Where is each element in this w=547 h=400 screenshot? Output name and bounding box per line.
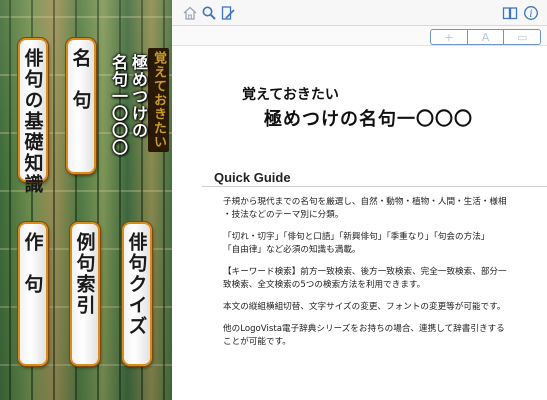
top-toolbar: i	[172, 0, 547, 26]
book-icon[interactable]	[500, 3, 520, 23]
view-segmented-control: + A ▭	[430, 29, 541, 45]
menu-button-reiku-label: 例句索引	[73, 232, 96, 316]
home-icon[interactable]	[180, 3, 200, 23]
guide-paragraph: 【キーワード検索】前方一致検索、後方一致検索、完全一致検索、部分一 致検索、全文…	[223, 267, 507, 290]
search-icon[interactable]	[199, 3, 219, 23]
zoom-in-button[interactable]: +	[431, 30, 468, 44]
menu-button-quiz-label: 俳句クイズ	[125, 232, 148, 337]
menu-panel: 覚えておきたい 極めつけの 名句一〇〇〇 俳句の基礎知識 名 句 作 句 例句索…	[0, 0, 172, 400]
font-size-button[interactable]: A	[468, 30, 505, 44]
menu-button-haiku-quiz[interactable]: 俳句クイズ	[122, 222, 152, 366]
guide-paragraph: 「切れ・切字」「俳句と口語」「新興俳句」「季重なり」「句会の方法」 「自由律」な…	[223, 232, 490, 255]
view-options-bar: + A ▭	[172, 26, 547, 46]
content-panel: i + A ▭ 覚えておきたい 極めつけの名句一〇〇〇 Quick Guide …	[172, 0, 547, 400]
menu-button-kiso-chishiki[interactable]: 俳句の基礎知識	[18, 38, 48, 195]
heading-subtitle: 覚えておきたい	[242, 87, 339, 103]
quick-guide-title: Quick Guide	[214, 170, 291, 185]
app-title-subtitle: 覚えておきたい	[148, 48, 169, 152]
guide-paragraph: 子規から現代までの名句を厳選し、自然・動物・植物・人間・生活・様相 ・技法などの…	[223, 197, 507, 220]
menu-button-meiku[interactable]: 名 句	[66, 38, 96, 174]
heading-title: 極めつけの名句一〇〇〇	[264, 109, 473, 130]
layout-toggle-button[interactable]: ▭	[504, 30, 540, 44]
svg-text:i: i	[529, 9, 532, 20]
menu-button-sakku[interactable]: 作 句	[18, 222, 48, 366]
guide-paragraph: 本文の縦組横組切替、文字サイズの変更、フォントの変更等が可能です。	[223, 302, 506, 312]
app-title-line2: 名句一〇〇〇	[109, 54, 128, 156]
bookmark-edit-icon[interactable]	[218, 3, 238, 23]
guide-paragraph: 他のLogoVista電子辞典シリーズをお持ちの場合、連携して辞書引きする こと…	[223, 324, 505, 347]
info-icon[interactable]: i	[521, 3, 541, 23]
app-title-badge: 覚えておきたい 極めつけの 名句一〇〇〇	[104, 40, 169, 170]
menu-button-kiso-label: 俳句の基礎知識	[21, 48, 44, 195]
menu-button-reiku-sakuin[interactable]: 例句索引	[70, 222, 100, 366]
menu-button-sakku-label: 作 句	[21, 232, 44, 295]
quick-guide-divider	[202, 186, 547, 187]
quick-guide-body: 子規から現代までの名句を厳選し、自然・動物・植物・人間・生活・様相 ・技法などの…	[223, 196, 528, 358]
menu-button-meiku-label: 名 句	[69, 48, 92, 111]
